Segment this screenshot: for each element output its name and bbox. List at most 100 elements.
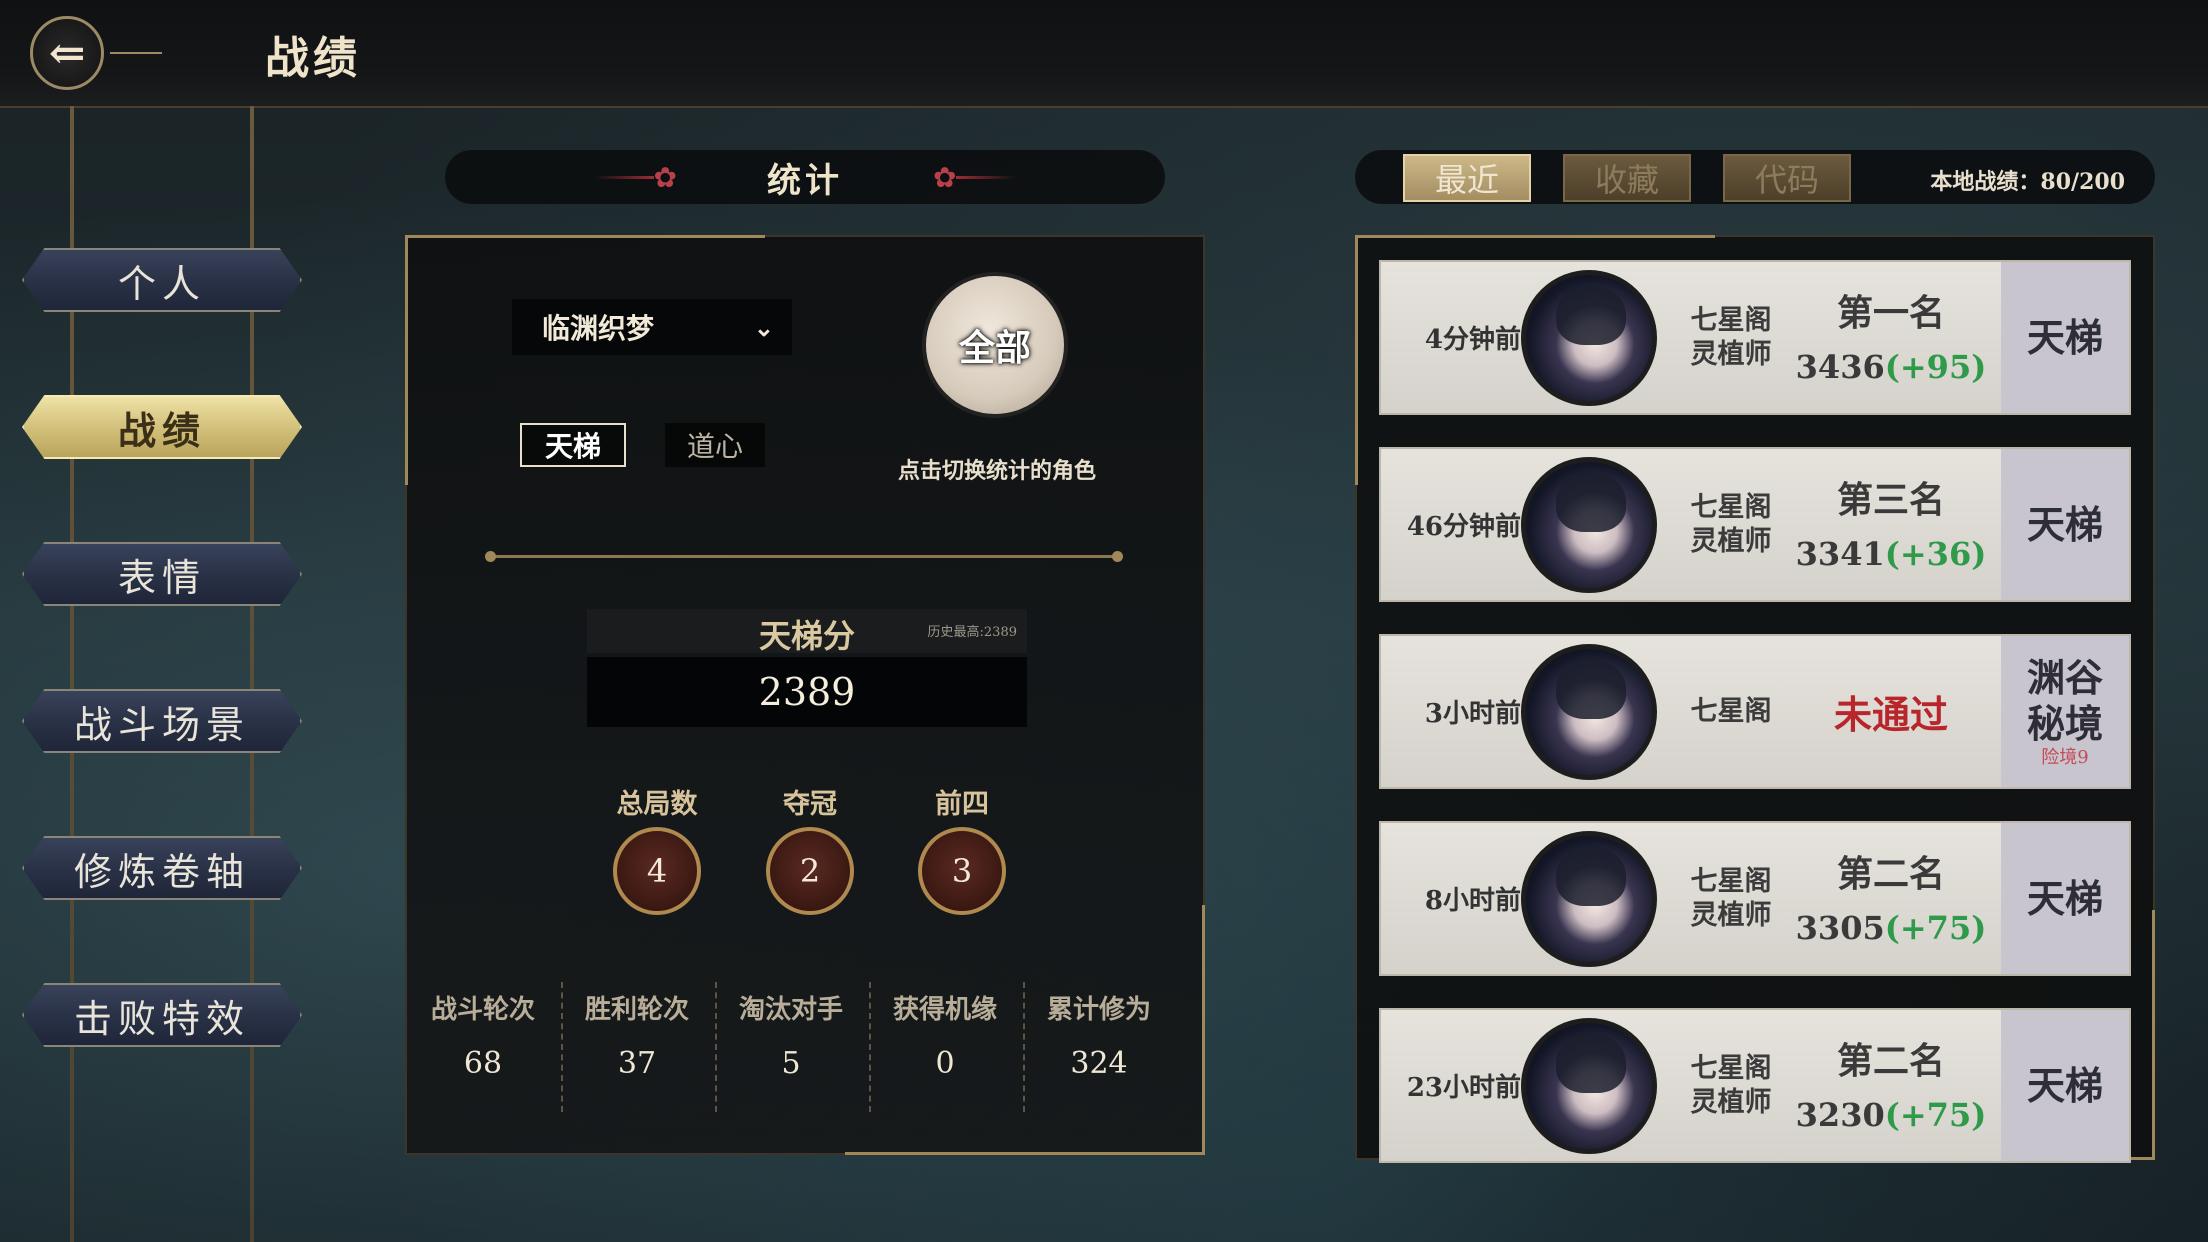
stat-label: 获得机缘 [892, 995, 997, 1025]
record-time: 4分钟前 [1424, 325, 1521, 355]
back-button[interactable]: ⇐ [30, 14, 170, 92]
stat-eliminated: 淘汰对手 5 [715, 989, 867, 1109]
medal-label: 夺冠 [783, 789, 837, 820]
stat-value: 5 [781, 1046, 801, 1081]
medal-badge: 4 [613, 827, 701, 915]
local-record-count: 本地战绩：80/200 [1930, 169, 2125, 195]
character-avatar [1521, 644, 1657, 780]
record-sect: 七星阁 灵植师 [1671, 1010, 1791, 1161]
record-time: 3小时前 [1424, 699, 1521, 729]
character-dropdown[interactable]: 临渊织梦 ⌄ [512, 299, 792, 355]
sect-name: 七星阁 [1690, 304, 1772, 336]
stat-value: 324 [1070, 1046, 1128, 1081]
flower-icon: ✿ [933, 160, 957, 194]
top-header: ⇐ 战绩 [0, 0, 2208, 108]
tab-favorites[interactable]: 收藏 [1563, 154, 1691, 202]
sidebar-item-record[interactable]: 战绩 [22, 395, 302, 459]
stat-battle-rounds: 战斗轮次 68 [407, 989, 559, 1109]
record-mode: 天梯 [2001, 823, 2129, 974]
record-item[interactable]: 23小时前 七星阁 灵植师 第二名 3230(+75) 天梯 [1379, 1008, 2131, 1163]
stat-label: 胜利轮次 [584, 995, 689, 1025]
record-mode: 天梯 [2001, 1010, 2129, 1161]
stat-opportunity: 获得机缘 0 [869, 989, 1021, 1109]
stat-label: 累计修为 [1046, 995, 1151, 1025]
tab-recent[interactable]: 最近 [1403, 154, 1531, 202]
sidebar-item-defeat-effect[interactable]: 击败特效 [22, 983, 302, 1047]
record-mode: 渊谷 秘境 险境9 [2001, 636, 2129, 787]
record-rank: 第二名 [1836, 1040, 1945, 1082]
score-number: 3305 [1795, 909, 1885, 947]
medal-top-four: 前四 3 [912, 782, 1012, 915]
score-delta: (+75) [1884, 909, 1987, 947]
deco-bar [593, 175, 654, 179]
record-sect: 七星阁 灵植师 [1671, 449, 1791, 600]
stat-label: 淘汰对手 [738, 995, 843, 1025]
flower-icon: ✿ [653, 160, 677, 194]
character-avatar [1521, 831, 1657, 967]
role-name: 灵植师 [1690, 1086, 1772, 1118]
record-result-failed: 未通过 [1833, 692, 1948, 737]
stat-value: 68 [463, 1046, 503, 1081]
tab-ladder[interactable]: 天梯 [520, 423, 626, 467]
record-rank: 第二名 [1836, 853, 1945, 895]
panel-border [405, 235, 408, 485]
score-label-bar: 天梯分 历史最高:2389 [587, 609, 1027, 655]
character-avatar [1521, 270, 1657, 406]
panel-border [405, 235, 765, 238]
stats-title: 统计 [767, 160, 843, 201]
record-tabs-bar: 最近 收藏 代码 本地战绩：80/200 [1355, 150, 2155, 204]
stat-cultivation: 累计修为 324 [1023, 989, 1175, 1109]
medal-badge: 3 [918, 827, 1006, 915]
medal-label: 总局数 [616, 789, 698, 820]
record-rank: 第一名 [1836, 292, 1945, 334]
sidebar-item-personal[interactable]: 个人 [22, 248, 302, 312]
score-value: 2389 [587, 657, 1027, 727]
record-item[interactable]: 4分钟前 七星阁 灵植师 第一名 3436(+95) 天梯 [1379, 260, 2131, 415]
tab-daoxin[interactable]: 道心 [665, 423, 765, 467]
all-characters-hint: 点击切换统计的角色 [897, 458, 1096, 484]
record-mode: 天梯 [2001, 449, 2129, 600]
stat-value: 0 [935, 1046, 955, 1081]
record-item[interactable]: 46分钟前 七星阁 灵植师 第三名 3341(+36) 天梯 [1379, 447, 2131, 602]
sidebar-item-battle-scene[interactable]: 战斗场景 [22, 689, 302, 753]
sidebar-item-emote[interactable]: 表情 [22, 542, 302, 606]
stat-win-rounds: 胜利轮次 37 [561, 989, 713, 1109]
mode-line: 秘境 [2026, 700, 2103, 746]
panel-border [1355, 235, 1715, 238]
record-time: 23小时前 [1406, 1073, 1521, 1103]
divider [485, 551, 1123, 562]
record-sect: 七星阁 灵植师 [1671, 262, 1791, 413]
sect-name: 七星阁 [1690, 695, 1772, 727]
panel-border [1202, 905, 1205, 1155]
sect-name: 七星阁 [1690, 491, 1772, 523]
page-title: 战绩 [265, 33, 361, 84]
mode-line: 渊谷 [2026, 654, 2103, 700]
stat-value: 37 [617, 1046, 657, 1081]
all-characters-button[interactable]: 全部 [922, 272, 1068, 418]
record-score: 3436(+95) [1781, 348, 2001, 386]
role-name: 灵植师 [1690, 899, 1772, 931]
record-score: 3305(+75) [1781, 909, 2001, 947]
sect-name: 七星阁 [1690, 865, 1772, 897]
record-item[interactable]: 3小时前 七星阁 未通过 渊谷 秘境 险境9 [1379, 634, 2131, 789]
record-sect: 七星阁 [1671, 636, 1791, 787]
record-time: 8小时前 [1424, 886, 1521, 916]
score-number: 3230 [1795, 1096, 1885, 1134]
record-score: 3230(+75) [1781, 1096, 2001, 1134]
tab-code[interactable]: 代码 [1723, 154, 1851, 202]
character-avatar [1521, 457, 1657, 593]
sidebar-item-cultivation-scroll[interactable]: 修炼卷轴 [22, 836, 302, 900]
stats-panel: 临渊织梦 ⌄ 全部 点击切换统计的角色 天梯 道心 天梯分 历史最高:2389 … [405, 235, 1205, 1155]
character-avatar [1521, 1018, 1657, 1154]
back-arrow-icon: ⇐ [30, 16, 104, 90]
panel-border [1355, 235, 1358, 485]
record-item[interactable]: 8小时前 七星阁 灵植师 第二名 3305(+75) 天梯 [1379, 821, 2131, 976]
role-name: 灵植师 [1690, 525, 1772, 557]
record-rank: 第三名 [1836, 479, 1945, 521]
score-delta: (+75) [1884, 1096, 1987, 1134]
score-delta: (+95) [1884, 348, 1987, 386]
stat-label: 战斗轮次 [430, 995, 535, 1025]
score-number: 3341 [1795, 535, 1885, 573]
deco-bar [956, 175, 1017, 179]
score-history-best: 历史最高:2389 [927, 625, 1017, 640]
